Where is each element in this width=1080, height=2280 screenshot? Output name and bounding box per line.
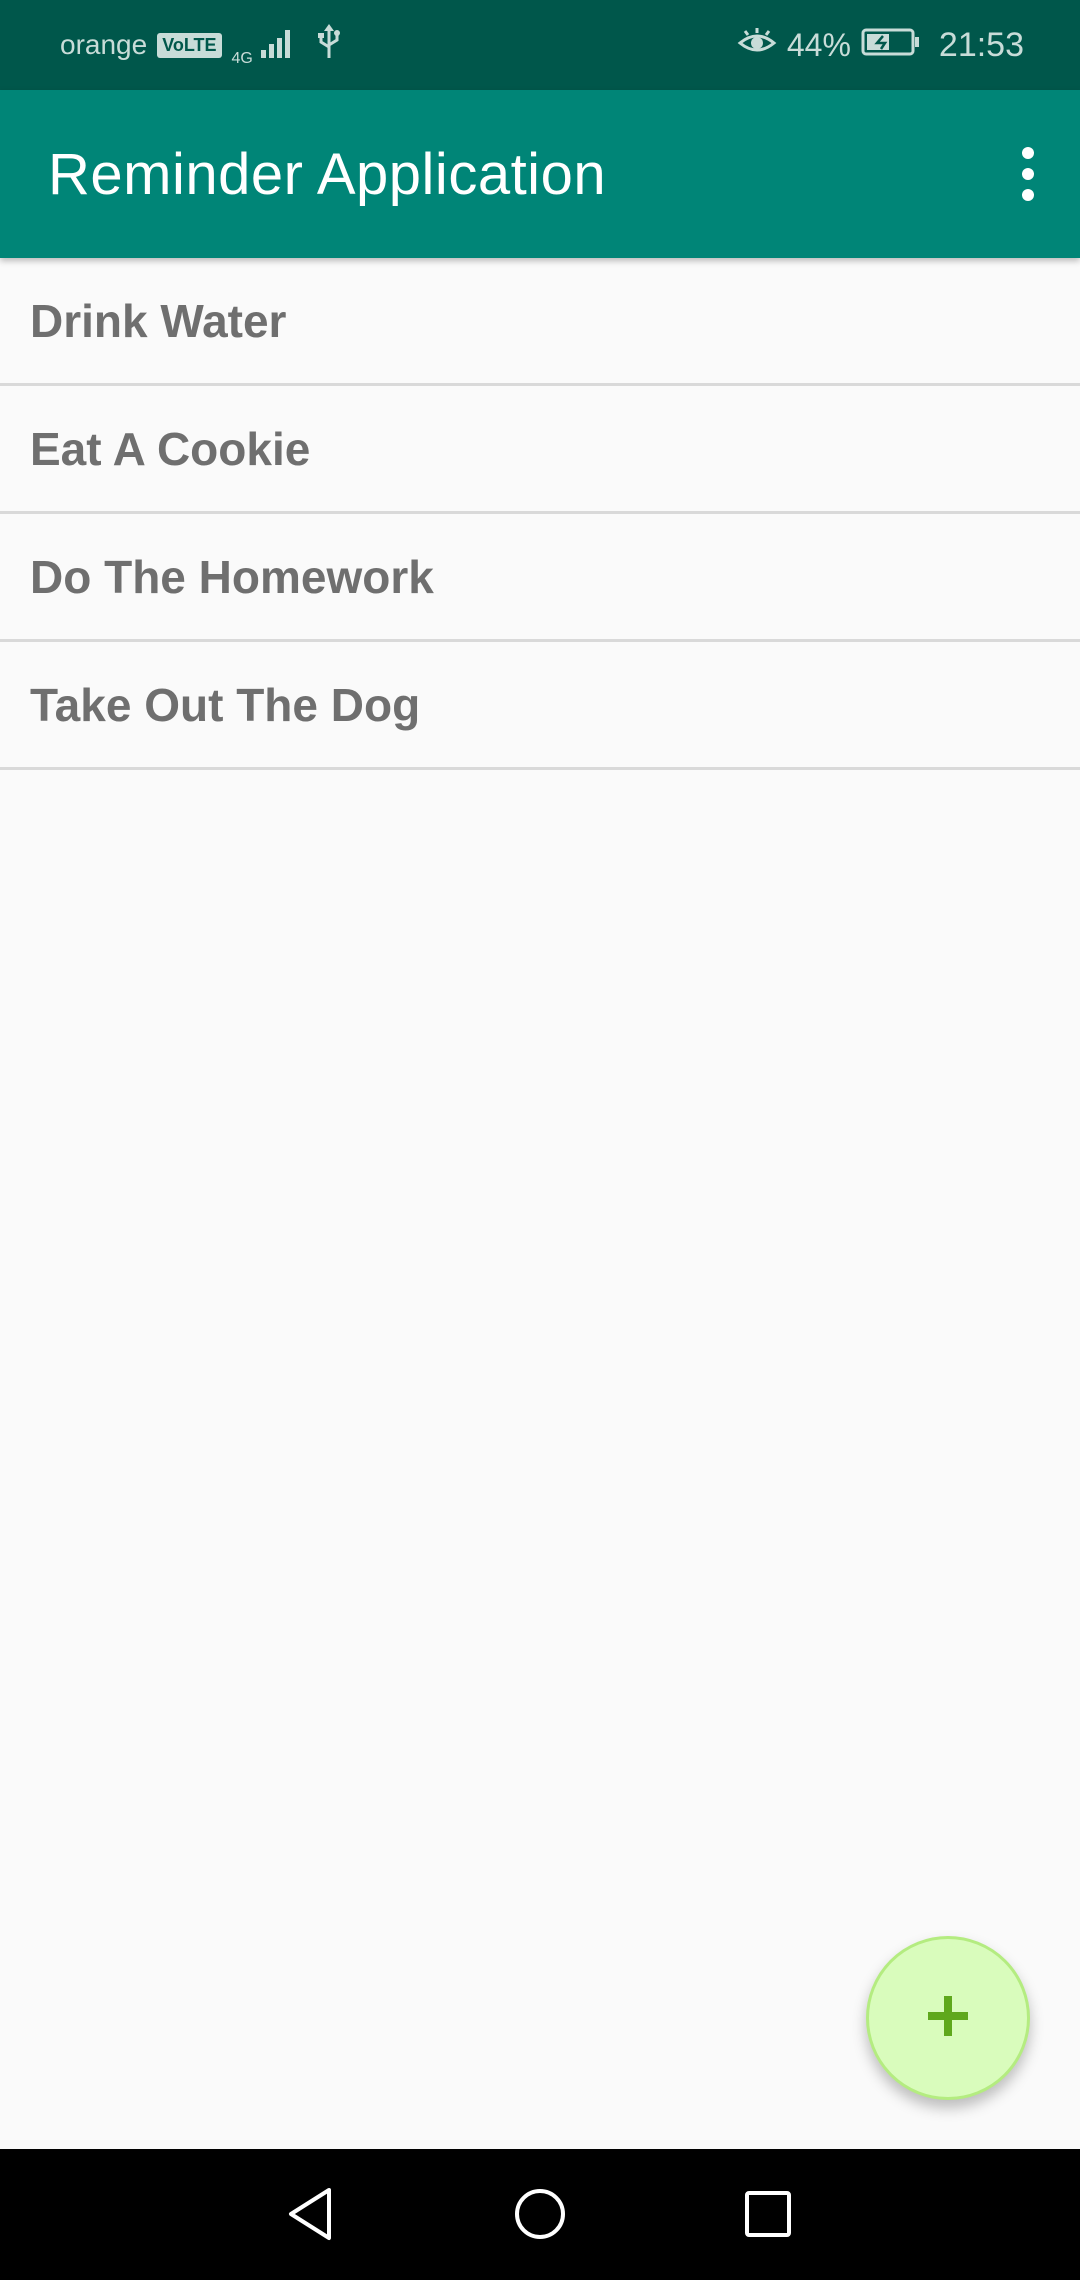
status-right: 44% 21:53 xyxy=(737,26,1024,65)
back-icon[interactable] xyxy=(270,2174,350,2254)
menu-dot xyxy=(1022,168,1034,180)
network-type: 4G xyxy=(231,50,253,67)
battery-percent: 44% xyxy=(786,26,851,63)
status-bar: orange VoLTE 4G 44% 21:53 xyxy=(0,0,1080,90)
menu-dot xyxy=(1022,147,1034,159)
signal-icon xyxy=(259,26,297,65)
list-item[interactable]: Drink Water xyxy=(0,258,1080,386)
reminder-label: Eat A Cookie xyxy=(30,422,311,475)
status-time: 21:53 xyxy=(938,25,1024,64)
volte-icon: VoLTE xyxy=(157,32,222,58)
reminder-label: Take Out The Dog xyxy=(30,678,421,731)
overflow-menu-icon[interactable] xyxy=(1008,134,1048,214)
app-title: Reminder Application xyxy=(48,141,607,207)
eye-comfort-icon xyxy=(737,27,777,64)
app-bar: Reminder Application xyxy=(0,90,1080,258)
carrier-name: orange xyxy=(60,29,148,60)
reminder-label: Do The Homework xyxy=(30,550,434,603)
navigation-bar xyxy=(0,2149,1080,2280)
add-reminder-button[interactable] xyxy=(866,1936,1030,2100)
recents-icon[interactable] xyxy=(728,2174,808,2254)
usb-icon xyxy=(317,23,341,67)
battery-charging-icon xyxy=(861,27,921,64)
home-icon[interactable] xyxy=(500,2174,580,2254)
menu-dot xyxy=(1022,189,1034,201)
status-left: orange VoLTE 4G xyxy=(60,23,341,67)
list-item[interactable]: Eat A Cookie xyxy=(0,386,1080,514)
list-item[interactable]: Take Out The Dog xyxy=(0,642,1080,770)
plus-icon xyxy=(926,1994,970,2043)
reminder-label: Drink Water xyxy=(30,294,287,347)
list-item[interactable]: Do The Homework xyxy=(0,514,1080,642)
reminder-list: Drink Water Eat A Cookie Do The Homework… xyxy=(0,258,1080,770)
